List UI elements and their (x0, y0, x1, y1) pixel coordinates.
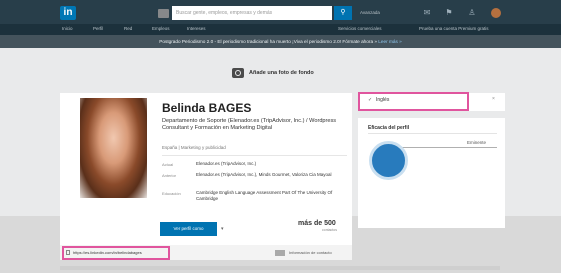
language-selector[interactable]: Inglés (376, 97, 389, 103)
profile-location-industry: España | Marketing y publicidad (162, 145, 226, 150)
nav-inicio[interactable]: Inicio (62, 26, 73, 31)
strength-level-label: Eminente (467, 140, 487, 145)
menu-icon[interactable] (158, 9, 169, 18)
contact-info-link[interactable]: Información de contacto (289, 250, 332, 255)
user-avatar[interactable] (491, 8, 501, 18)
previous-value[interactable]: Elenador.es (TripAdvisor, Inc.), Minds G… (196, 172, 346, 178)
language-highlight (358, 92, 469, 111)
add-cover-photo-link[interactable]: Añade una foto de fondo (249, 70, 314, 76)
next-section-preview (60, 266, 500, 270)
panel-divider (368, 133, 497, 134)
nav-perfil[interactable]: Perfil (93, 26, 103, 31)
connections-label: contactos (322, 228, 337, 232)
messages-icon[interactable]: ✉ (422, 8, 432, 17)
public-profile-icon (66, 250, 70, 255)
search-icon: ⚲ (340, 9, 346, 16)
profile-strength-title: Eficacia del perfil (368, 125, 410, 131)
nav-red[interactable]: Red (124, 26, 132, 31)
view-profile-as-button[interactable]: Ver perfil como (160, 222, 217, 236)
banner-link[interactable]: Leer más » (378, 39, 401, 44)
current-label: Actual (162, 162, 174, 167)
person-icon[interactable]: ♙ (467, 8, 477, 17)
profile-headline: Departamento de Soporte (Elenador.es (Tr… (162, 118, 337, 131)
public-profile-url[interactable]: https://es.linkedin.com/in/belindabages (73, 250, 142, 255)
banner-text: Postgrado Periodismo 2.0 - El periodismo… (159, 39, 377, 44)
top-navbar: in ⚲ Avanzada ✉ ⚑ ♙ (0, 0, 561, 24)
connections-count: más de 500 (298, 220, 336, 227)
advanced-search-link[interactable]: Avanzada (360, 10, 380, 15)
profile-card: Belinda BAGES Departamento de Soporte (E… (60, 93, 352, 245)
linkedin-logo[interactable]: in (60, 6, 76, 20)
education-label: Educación (162, 191, 181, 196)
camera-icon[interactable] (232, 68, 244, 78)
search-button[interactable]: ⚲ (334, 6, 352, 20)
nav-servicios-comerciales[interactable]: Servicios comerciales (338, 26, 382, 31)
search-input[interactable] (172, 6, 332, 20)
profile-photo[interactable] (80, 98, 147, 198)
secondary-nav: Inicio Perfil Red Empleos Intereses Serv… (0, 24, 561, 35)
close-icon[interactable]: × (492, 96, 495, 102)
nav-empleos[interactable]: Empleos (152, 26, 170, 31)
chevron-down-icon[interactable]: ▾ (221, 226, 224, 232)
nav-premium[interactable]: Prueba una cuenta Premium gratis (419, 26, 489, 31)
profile-name: Belinda BAGES (162, 101, 252, 115)
flag-icon[interactable]: ⚑ (444, 8, 454, 17)
profile-strength-meter[interactable] (369, 141, 408, 180)
card-divider (162, 155, 347, 156)
previous-label: Anterior (162, 173, 177, 178)
contact-card-icon (275, 250, 285, 256)
nav-intereses[interactable]: Intereses (187, 26, 206, 31)
current-value[interactable]: Elenador.es (TripAdvisor, Inc.) (196, 161, 346, 167)
promo-banner: Postgrado Periodismo 2.0 - El periodismo… (0, 35, 561, 48)
check-icon: ✓ (368, 97, 373, 103)
education-value[interactable]: Cambridge English Language Assessment Pa… (196, 190, 346, 201)
